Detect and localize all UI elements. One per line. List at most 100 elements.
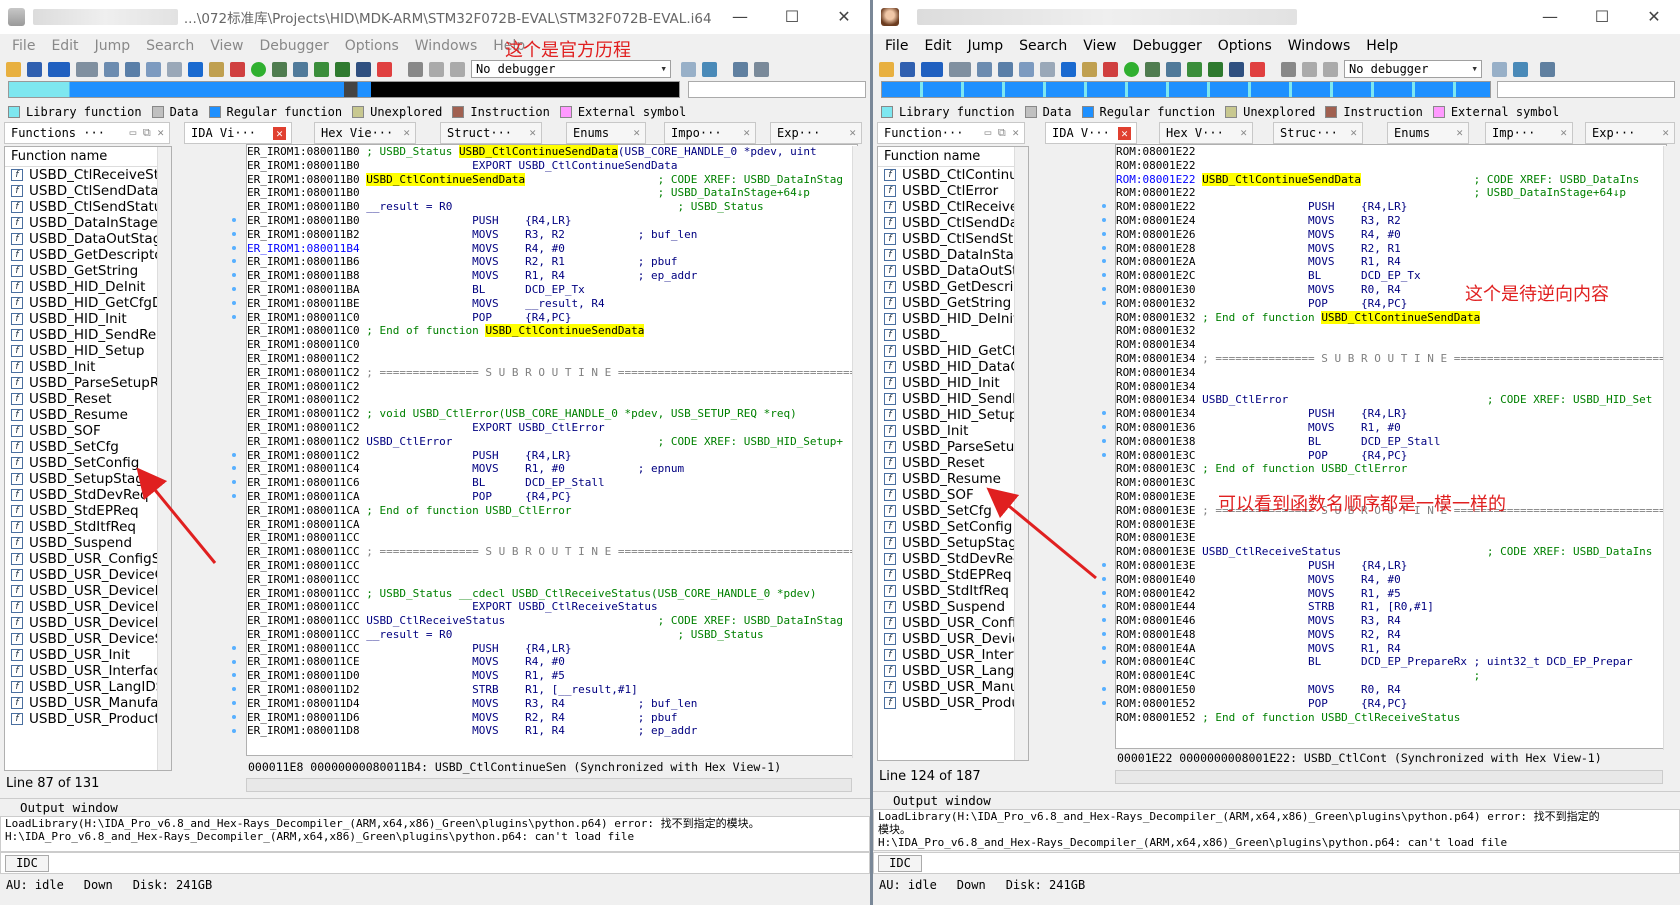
disassembly-view[interactable]: ER_IROM1:080011B0 ; USBD_Status USBD_Ctl…	[246, 144, 858, 756]
code-line[interactable]: ROM:08001E3E USBD_CtlReceiveStatus ; COD…	[1116, 545, 1666, 559]
functions-scrollbar[interactable]	[1014, 147, 1028, 760]
breakpoint-dot[interactable]	[232, 659, 236, 664]
text-search-icon[interactable]	[1040, 61, 1055, 77]
breakpoint-dot[interactable]	[232, 259, 236, 264]
close-icon[interactable]: ✕	[1662, 123, 1669, 143]
menu-file[interactable]: File	[877, 38, 916, 54]
code-line[interactable]: ER_IROM1:080011CA POP {R4,PC}	[247, 490, 857, 504]
save-icon[interactable]	[900, 61, 915, 77]
breakpoint-dot[interactable]	[1102, 645, 1106, 650]
code-line[interactable]: ROM:08001E22	[1116, 159, 1666, 173]
tab-enums[interactable]: Enums ✕	[566, 122, 646, 144]
code-line[interactable]: ROM:08001E34	[1116, 380, 1666, 394]
code-line[interactable]: ER_IROM1:080011CC EXPORT USBD_CtlReceive…	[247, 600, 857, 614]
menu-debugger[interactable]: Debugger	[251, 38, 336, 54]
idc-button[interactable]: IDC	[5, 855, 49, 872]
function-name-header[interactable]: Function name	[878, 147, 1028, 167]
code-line[interactable]: ER_IROM1:080011C0	[247, 338, 857, 352]
function-list-item[interactable]: f USBD_StdItfReq	[878, 583, 1028, 599]
close-icon[interactable]: ✕	[818, 0, 870, 34]
code-line[interactable]: ER_IROM1:080011B0 EXPORT USBD_CtlContinu…	[247, 159, 857, 173]
highlighted-symbol[interactable]: USBD_CtlContinueSendData	[1321, 310, 1481, 324]
code-line[interactable]: ROM:08001E4C BL DCD_EP_PrepareRx ; uint3…	[1116, 655, 1666, 669]
copy-icon[interactable]	[977, 61, 992, 77]
breakpoint-dot[interactable]	[232, 728, 236, 733]
code-line[interactable]: ROM:08001E26 MOVS R4, #0	[1116, 228, 1666, 242]
pause-icon[interactable]	[429, 61, 444, 77]
breakpoint-dot[interactable]	[1102, 204, 1106, 209]
save-icon[interactable]	[27, 61, 42, 77]
breakpoint-dot[interactable]	[1102, 231, 1106, 236]
step-over-icon[interactable]	[335, 61, 350, 77]
code-line[interactable]: ER_IROM1:080011C2 PUSH {R4,LR}	[247, 449, 857, 463]
maximize-icon[interactable]: ☐	[766, 0, 818, 34]
code-line[interactable]: ROM:08001E32	[1116, 324, 1666, 338]
code-line[interactable]: ROM:08001E3E	[1116, 518, 1666, 532]
more-icon[interactable]	[754, 61, 769, 77]
plugin-icon[interactable]	[356, 61, 371, 77]
close-icon[interactable]: ✕	[633, 123, 640, 143]
breakpoint-dot[interactable]	[1102, 218, 1106, 222]
mark-icon[interactable]	[209, 61, 224, 77]
title-bar[interactable]: — ☐ ✕	[873, 0, 1680, 34]
breakpoint-dot[interactable]	[1102, 245, 1106, 250]
close-icon[interactable]: ✕	[403, 123, 410, 143]
code-line[interactable]: ER_IROM1:080011B0 ; USBD_Status USBD_Ctl…	[247, 145, 857, 159]
code-line[interactable]: ER_IROM1:080011B0 PUSH {R4,LR}	[247, 214, 857, 228]
code-line[interactable]: ROM:08001E34	[1116, 366, 1666, 380]
code-line[interactable]: ER_IROM1:080011BE MOVS __result, R4	[247, 297, 857, 311]
function-list-item[interactable]: f USBD_HID_SendRep	[5, 327, 171, 343]
disassembly-scrollbar[interactable]	[852, 146, 866, 758]
code-line[interactable]: ROM:08001E48 MOVS R2, R4	[1116, 628, 1666, 642]
function-list-item[interactable]: f USBD_USR_Interface	[5, 663, 171, 679]
code-line[interactable]: ER_IROM1:080011C2	[247, 352, 857, 366]
function-list-item[interactable]: f USBD_USR_Device	[878, 631, 1028, 647]
breakpoint-dot[interactable]	[232, 452, 236, 457]
debugger-select[interactable]: No debugger	[1344, 60, 1482, 78]
code-line[interactable]: ER_IROM1:080011CC PUSH {R4,LR}	[247, 642, 857, 656]
refresh-icon[interactable]	[1513, 61, 1528, 77]
function-list-item[interactable]: f USBD_HID_GetCfg	[878, 343, 1028, 359]
breakpoint-dot[interactable]	[232, 245, 236, 250]
tab-enums[interactable]: Enums ✕	[1387, 122, 1469, 144]
code-line[interactable]: ER_IROM1:080011CC __result = R0 ; USBD_S…	[247, 628, 857, 642]
code-line[interactable]: ER_IROM1:080011CC	[247, 559, 857, 573]
function-list-item[interactable]: f USBD_Resume	[878, 471, 1028, 487]
graph-icon[interactable]	[1103, 61, 1118, 77]
code-line[interactable]: ER_IROM1:080011C2 EXPORT USBD_CtlError	[247, 421, 857, 435]
breakpoint-dot[interactable]	[232, 218, 236, 222]
download-icon[interactable]	[1061, 61, 1076, 77]
download-icon[interactable]	[188, 61, 203, 77]
function-list-item[interactable]: f USBD_USR_DeviceR	[5, 615, 171, 631]
code-line[interactable]: ER_IROM1:080011B2 MOVS R3, R2 ; buf_len	[247, 228, 857, 242]
function-list-item[interactable]: f USBD_ParseSetupl	[878, 439, 1028, 455]
function-list-item[interactable]: f USBD_DataOutStage	[5, 231, 171, 247]
chart-icon[interactable]	[1145, 61, 1160, 77]
play-icon[interactable]	[1281, 61, 1296, 77]
title-bar[interactable]: ...\072标准库\Projects\HID\MDK-ARM\STM32F07…	[0, 0, 870, 34]
code-line[interactable]: ER_IROM1:080011B0 USBD_CtlContinueSendDa…	[247, 172, 857, 187]
forward-icon[interactable]	[949, 61, 971, 77]
menu-edit[interactable]: Edit	[916, 38, 959, 54]
code-line[interactable]: ER_IROM1:080011B0 ; USBD_DataInStage+64↓…	[247, 186, 857, 200]
struct-icon[interactable]	[1166, 61, 1181, 77]
code-line[interactable]: ROM:08001E4C ;	[1116, 669, 1666, 683]
function-list-item[interactable]: f USBD_SOF	[5, 423, 171, 439]
attach-icon[interactable]	[1492, 61, 1507, 77]
code-line[interactable]: ROM:08001E34 PUSH {R4,LR}	[1116, 407, 1666, 421]
code-line[interactable]: ROM:08001E24 MOVS R3, R2	[1116, 214, 1666, 228]
code-line[interactable]: ROM:08001E46 MOVS R3, R4	[1116, 614, 1666, 628]
function-list-item[interactable]: f USBD_SetConfig	[878, 519, 1028, 535]
function-list-item[interactable]: f USBD_SOF	[878, 487, 1028, 503]
function-list-item[interactable]: f USBD_ParseSetupRe	[5, 375, 171, 391]
breakpoint-dot[interactable]	[1102, 576, 1106, 581]
breakpoint-dot[interactable]	[1102, 411, 1106, 416]
function-list-item[interactable]: f USBD_CtlContinue	[878, 167, 1028, 183]
code-line[interactable]: ROM:08001E22	[1116, 145, 1666, 159]
function-list-item[interactable]: f USBD_USR_Interfa	[878, 647, 1028, 663]
code-line[interactable]: ROM:08001E3C ; End of function USBD_CtlE…	[1116, 462, 1666, 476]
code-line[interactable]: ROM:08001E34 ; =============== S U B R O…	[1116, 352, 1666, 366]
function-list-item[interactable]: f USBD_Resume	[5, 407, 171, 423]
function-list-item[interactable]: f USBD_SetupStage	[878, 535, 1028, 551]
maximize-icon[interactable]: ☐	[1576, 0, 1628, 34]
